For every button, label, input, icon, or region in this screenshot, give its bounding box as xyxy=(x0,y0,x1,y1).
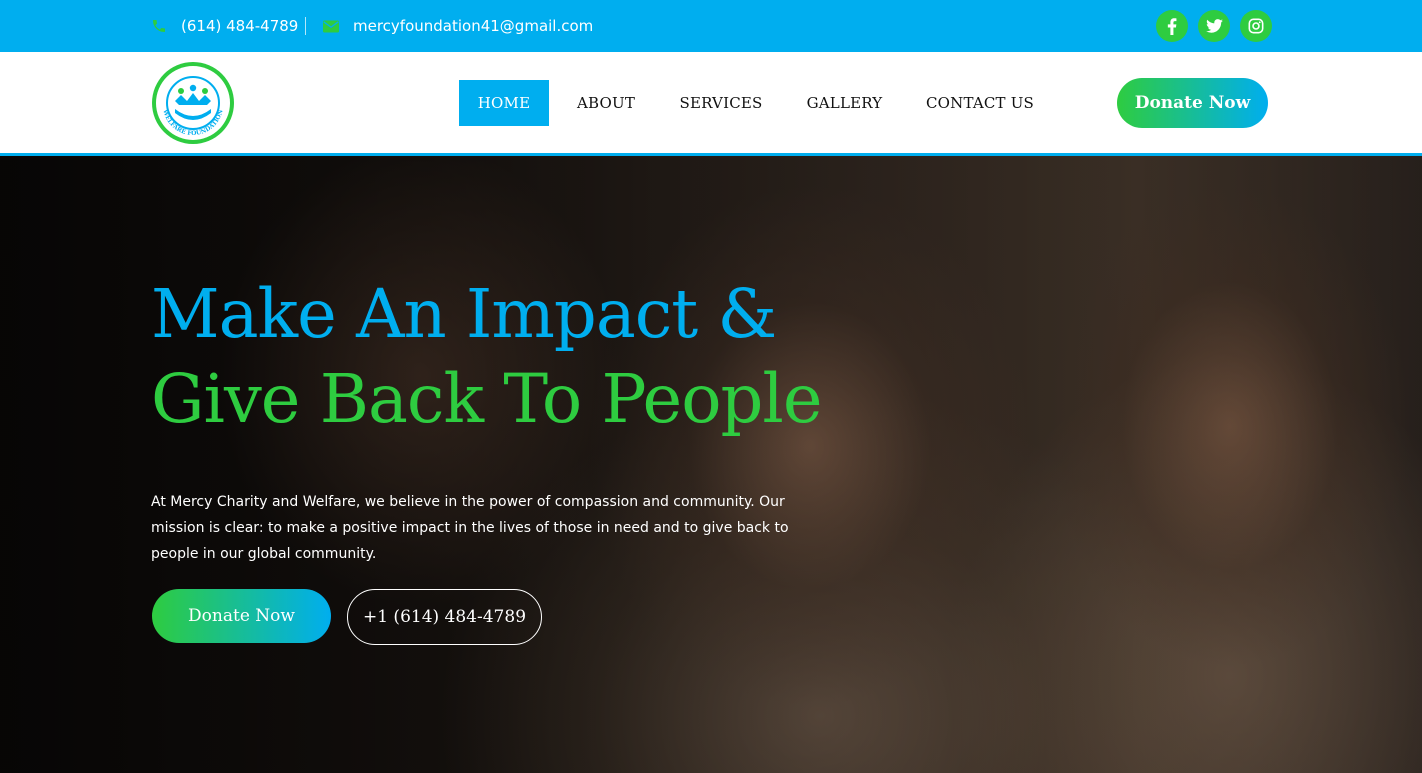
facebook-link[interactable] xyxy=(1156,10,1188,42)
hero-overlay xyxy=(0,156,1422,773)
topbar-email[interactable]: mercyfoundation41@gmail.com xyxy=(323,0,593,52)
nav-gallery[interactable]: GALLERY xyxy=(797,80,892,126)
foundation-logo[interactable]: MERCY CHARITY AND WELFARE FOUNDATION xyxy=(151,61,235,145)
topbar-phone-text: (614) 484-4789 xyxy=(181,17,299,35)
phone-icon xyxy=(153,20,165,32)
hero-headline-line2: Give Back To People xyxy=(151,360,822,438)
topbar-email-text: mercyfoundation41@gmail.com xyxy=(353,17,594,35)
instagram-link[interactable] xyxy=(1240,10,1272,42)
facebook-icon xyxy=(1167,17,1177,35)
instagram-icon xyxy=(1248,18,1264,34)
hero-donate-button[interactable]: Donate Now xyxy=(152,589,331,643)
nav-services[interactable]: SERVICES xyxy=(671,80,771,126)
envelope-icon xyxy=(323,20,339,32)
hero-description: At Mercy Charity and Welfare, we believe… xyxy=(151,494,789,562)
hero-phone-button[interactable]: +1 (614) 484-4789 xyxy=(347,589,542,645)
twitter-icon xyxy=(1205,19,1223,33)
hero-headline-line1: Make An Impact & xyxy=(151,275,777,353)
twitter-link[interactable] xyxy=(1198,10,1230,42)
hero-background-image xyxy=(0,156,1422,773)
topbar-divider xyxy=(305,17,306,35)
nav-contact-us[interactable]: CONTACT US xyxy=(917,80,1043,126)
logo-emblem-icon: MERCY CHARITY AND WELFARE FOUNDATION xyxy=(152,62,234,144)
nav-about[interactable]: ABOUT xyxy=(566,80,646,126)
topbar-phone[interactable]: (614) 484-4789 xyxy=(151,0,298,52)
nav-home[interactable]: HOME xyxy=(459,80,549,126)
header-donate-button[interactable]: Donate Now xyxy=(1117,78,1268,128)
